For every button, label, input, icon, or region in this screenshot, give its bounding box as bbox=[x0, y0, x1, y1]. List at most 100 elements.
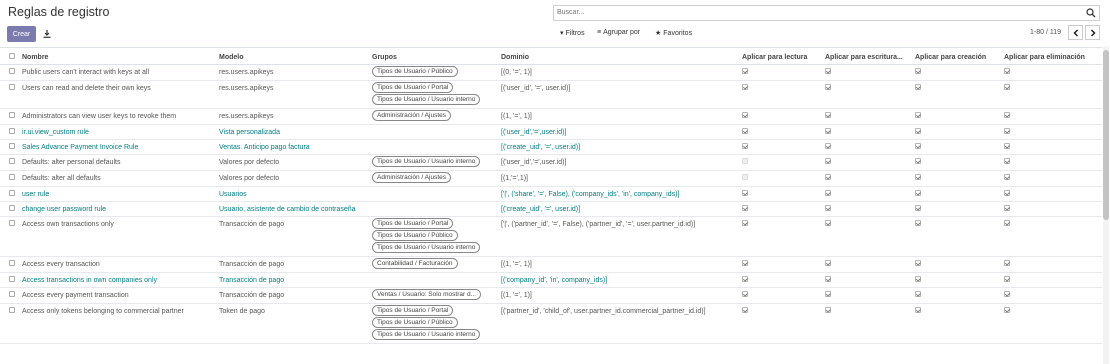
perm-unlink-checkbox[interactable] bbox=[1004, 68, 1010, 74]
perm-create-cell[interactable] bbox=[913, 186, 1002, 202]
perm-read-checkbox[interactable] bbox=[742, 174, 748, 180]
perm-read-cell[interactable] bbox=[740, 272, 823, 288]
row-checkbox[interactable] bbox=[9, 260, 15, 266]
rule-domain-cell[interactable]: [(1,'=',1)] bbox=[499, 170, 740, 187]
select-all-checkbox[interactable] bbox=[9, 53, 15, 59]
perm-read-checkbox[interactable] bbox=[742, 158, 748, 164]
row-checkbox[interactable] bbox=[9, 84, 15, 90]
rule-groups-cell[interactable] bbox=[370, 139, 499, 155]
perm-write-checkbox[interactable] bbox=[825, 291, 831, 297]
rule-model-cell[interactable]: Ventas. Anticipo pago factura bbox=[217, 139, 370, 155]
perm-write-checkbox[interactable] bbox=[825, 190, 831, 196]
rule-groups-cell[interactable]: Tipos de Usuario / Portal Tipos de Usuari… bbox=[370, 216, 499, 257]
row-select-cell[interactable] bbox=[0, 303, 20, 344]
rule-model-cell[interactable]: Transacción de pago bbox=[217, 216, 370, 257]
perm-unlink-checkbox[interactable] bbox=[1004, 190, 1010, 196]
table-row[interactable]: Administrators can view user keys to rev… bbox=[0, 108, 1102, 125]
perm-unlink-cell[interactable] bbox=[1002, 272, 1102, 288]
perm-write-cell[interactable] bbox=[823, 139, 913, 155]
perm-unlink-cell[interactable] bbox=[1002, 80, 1102, 109]
row-select-cell[interactable] bbox=[0, 139, 20, 155]
perm-write-checkbox[interactable] bbox=[825, 307, 831, 313]
row-checkbox[interactable] bbox=[9, 68, 15, 74]
perm-write-checkbox[interactable] bbox=[825, 260, 831, 266]
perm-create-cell[interactable] bbox=[913, 154, 1002, 171]
row-select-cell[interactable] bbox=[0, 80, 20, 109]
perm-create-checkbox[interactable] bbox=[915, 260, 921, 266]
rule-name-cell[interactable]: Access transactions in own companies onl… bbox=[20, 272, 217, 288]
perm-read-cell[interactable] bbox=[740, 170, 823, 187]
rule-domain-cell[interactable]: ['|', ('partner_id', '=', False), ('part… bbox=[499, 216, 740, 257]
row-checkbox[interactable] bbox=[9, 112, 15, 118]
rule-name-cell[interactable]: Defaults: alter personal defaults bbox=[20, 154, 217, 171]
perm-unlink-cell[interactable] bbox=[1002, 170, 1102, 187]
row-checkbox[interactable] bbox=[9, 291, 15, 297]
column-header-read[interactable]: Aplicar para lectura bbox=[740, 50, 823, 65]
perm-read-cell[interactable] bbox=[740, 124, 823, 140]
download-button[interactable] bbox=[39, 26, 55, 42]
search-box[interactable] bbox=[553, 5, 1100, 21]
rule-model-cell[interactable]: Valores por defecto bbox=[217, 154, 370, 171]
perm-read-checkbox[interactable] bbox=[742, 84, 748, 90]
perm-create-checkbox[interactable] bbox=[915, 291, 921, 297]
column-header-domain[interactable]: Dominio bbox=[499, 50, 740, 65]
perm-read-checkbox[interactable] bbox=[742, 68, 748, 74]
row-select-cell[interactable] bbox=[0, 216, 20, 257]
perm-create-checkbox[interactable] bbox=[915, 68, 921, 74]
perm-create-cell[interactable] bbox=[913, 108, 1002, 125]
perm-unlink-cell[interactable] bbox=[1002, 154, 1102, 171]
rule-name-cell[interactable]: Access every payment transaction bbox=[20, 287, 217, 304]
perm-read-checkbox[interactable] bbox=[742, 291, 748, 297]
rule-model-cell[interactable]: Valores por defecto bbox=[217, 170, 370, 187]
table-row[interactable]: Access every transaction Transacción de p… bbox=[0, 256, 1102, 273]
rule-groups-cell[interactable] bbox=[370, 186, 499, 202]
perm-unlink-checkbox[interactable] bbox=[1004, 128, 1010, 134]
rule-groups-cell[interactable] bbox=[370, 272, 499, 288]
row-checkbox[interactable] bbox=[9, 276, 15, 282]
perm-create-cell[interactable] bbox=[913, 287, 1002, 304]
perm-write-cell[interactable] bbox=[823, 80, 913, 109]
perm-unlink-cell[interactable] bbox=[1002, 216, 1102, 257]
row-select-cell[interactable] bbox=[0, 287, 20, 304]
rule-model-cell[interactable]: res.users.apikeys bbox=[217, 64, 370, 81]
row-select-cell[interactable] bbox=[0, 201, 20, 217]
pager-next-button[interactable] bbox=[1085, 25, 1100, 40]
perm-read-checkbox[interactable] bbox=[742, 190, 748, 196]
rule-groups-cell[interactable]: Administración / Ajustes bbox=[370, 108, 499, 125]
perm-write-checkbox[interactable] bbox=[825, 220, 831, 226]
rule-name-cell[interactable]: change user password rule bbox=[20, 201, 217, 217]
rule-name-cell[interactable]: Users can read and delete their own keys bbox=[20, 80, 217, 109]
rule-domain-cell[interactable]: [('create_uid', '=', user.id)] bbox=[499, 201, 740, 217]
rule-groups-cell[interactable]: Administración / Ajustes bbox=[370, 170, 499, 187]
rule-groups-cell[interactable]: Ventas / Usuario: Solo mostrar d... bbox=[370, 287, 499, 304]
perm-write-checkbox[interactable] bbox=[825, 205, 831, 211]
perm-unlink-checkbox[interactable] bbox=[1004, 112, 1010, 118]
scrollbar-thumb[interactable] bbox=[1103, 50, 1109, 220]
row-checkbox[interactable] bbox=[9, 128, 15, 134]
perm-read-checkbox[interactable] bbox=[742, 112, 748, 118]
row-select-cell[interactable] bbox=[0, 124, 20, 140]
table-row[interactable]: Defaults: alter all defaults Valores por … bbox=[0, 170, 1102, 187]
select-all-cell[interactable] bbox=[0, 50, 20, 65]
column-header-model[interactable]: Modelo bbox=[217, 50, 370, 65]
rule-name-cell[interactable]: Administrators can view user keys to rev… bbox=[20, 108, 217, 125]
table-row[interactable]: ir.ui.view_custom rule Vista personalizad… bbox=[0, 124, 1102, 140]
table-row[interactable]: Defaults: alter personal defaults Valores… bbox=[0, 154, 1102, 171]
table-row[interactable]: Access every payment transaction Transacc… bbox=[0, 287, 1102, 304]
perm-unlink-cell[interactable] bbox=[1002, 64, 1102, 81]
perm-unlink-cell[interactable] bbox=[1002, 256, 1102, 273]
table-row[interactable]: Access own transactions only Transacción … bbox=[0, 216, 1102, 257]
rule-name-cell[interactable]: Sales Advance Payment Invoice Rule bbox=[20, 139, 217, 155]
perm-unlink-cell[interactable] bbox=[1002, 108, 1102, 125]
perm-write-cell[interactable] bbox=[823, 154, 913, 171]
favorites-button[interactable]: ★ Favoritos bbox=[655, 29, 692, 38]
rule-model-cell[interactable]: res.users.apikeys bbox=[217, 80, 370, 109]
perm-create-cell[interactable] bbox=[913, 256, 1002, 273]
perm-write-cell[interactable] bbox=[823, 64, 913, 81]
perm-write-cell[interactable] bbox=[823, 124, 913, 140]
perm-create-checkbox[interactable] bbox=[915, 128, 921, 134]
rule-domain-cell[interactable]: [('create_uid', '=', user.id)] bbox=[499, 139, 740, 155]
perm-write-cell[interactable] bbox=[823, 303, 913, 344]
rule-domain-cell[interactable]: [(1, '=', 1)] bbox=[499, 256, 740, 273]
perm-unlink-cell[interactable] bbox=[1002, 201, 1102, 217]
